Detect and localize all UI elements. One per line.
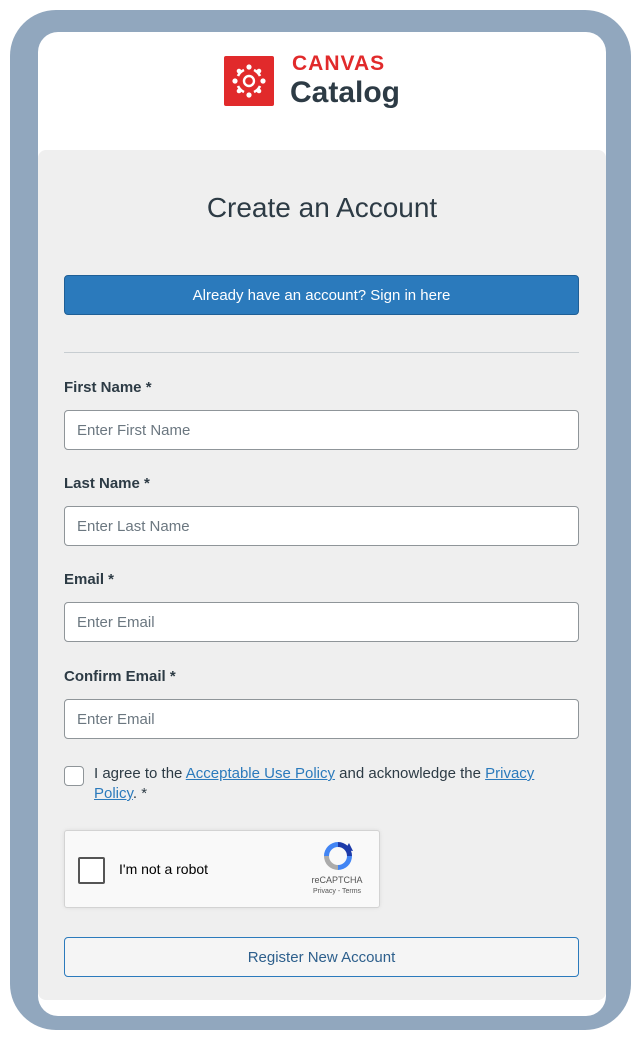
confirm-email-input[interactable] [64, 699, 579, 739]
first-name-label: First Name * [64, 379, 152, 396]
canvas-logo-icon [224, 56, 274, 106]
recaptcha-privacy-terms-links[interactable]: Privacy - Terms [295, 888, 379, 895]
email-label: Email * [64, 571, 115, 588]
recaptcha-brand: reCAPTCHA [311, 875, 363, 885]
confirm-email-label: Confirm Email * [64, 668, 176, 685]
first-name-input[interactable] [64, 410, 579, 450]
registration-panel: Create an Account Already have an accoun… [38, 150, 606, 1000]
last-name-label: Last Name * [64, 475, 150, 492]
agreement-checkbox[interactable] [64, 766, 84, 786]
email-input[interactable] [64, 602, 579, 642]
sign-in-button[interactable]: Already have an account? Sign in here [64, 275, 579, 315]
recaptcha-widget: I'm not a robot reCAPTCHA Privacy - Term… [64, 830, 380, 908]
agreement-text: I agree to the Acceptable Use Policy and… [94, 764, 574, 804]
logo-text-canvas: CANVAS [292, 52, 386, 75]
divider [64, 352, 579, 353]
last-name-input[interactable] [64, 506, 579, 546]
agreement-middle: and acknowledge the [335, 765, 486, 782]
logo-text-catalog: Catalog [290, 76, 401, 109]
recaptcha-checkbox[interactable] [78, 857, 105, 884]
page-card: CANVAS Catalog Create an Account Already… [38, 32, 606, 1016]
recaptcha-icon [321, 839, 355, 878]
acceptable-use-policy-link[interactable]: Acceptable Use Policy [186, 765, 335, 782]
page-title: Create an Account [206, 192, 438, 223]
agreement-prefix: I agree to the [94, 765, 186, 782]
agreement-suffix: . * [132, 785, 148, 802]
register-button[interactable]: Register New Account [64, 937, 579, 977]
recaptcha-label: I'm not a robot [119, 861, 209, 877]
